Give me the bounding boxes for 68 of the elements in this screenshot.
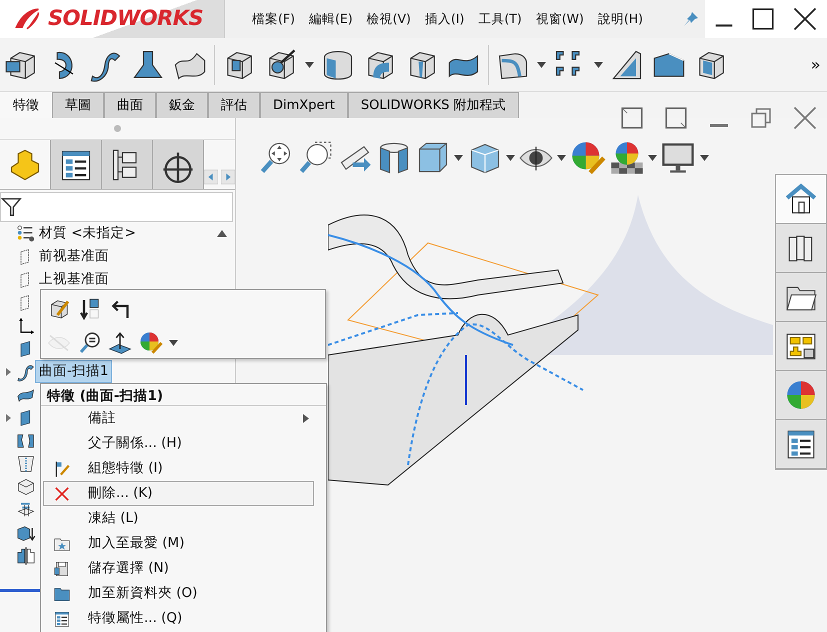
dropdown-caret-icon[interactable] [557, 155, 566, 161]
dropdown-caret-icon[interactable] [506, 155, 515, 161]
dropdown-caret-icon[interactable] [305, 62, 314, 68]
ribbon-tab[interactable]: 評估 [208, 92, 260, 118]
ball-checker-icon[interactable] [608, 140, 645, 176]
tree-item[interactable]: 材質 <未指定> [36, 223, 139, 244]
normal-to-icon[interactable] [108, 331, 132, 355]
task-pane-tab[interactable] [776, 175, 826, 224]
tree-item[interactable]: 前视基准面 [36, 246, 112, 267]
dropdown-caret-icon[interactable] [648, 155, 657, 161]
dropdown-caret-icon[interactable] [594, 62, 603, 68]
menu-item[interactable]: 加入至最愛 (M) [43, 531, 314, 556]
pin-icon[interactable] [682, 11, 698, 27]
filter-icon[interactable] [1, 196, 23, 218]
rollback-arrow-icon[interactable] [78, 297, 102, 321]
ball-pencil-icon[interactable] [570, 140, 606, 176]
ribbon-tab[interactable]: 草圖 [52, 92, 104, 118]
ball-pencil-icon[interactable] [138, 331, 162, 355]
menu-item[interactable]: 儲存選擇 (N) [43, 556, 314, 581]
restore-icon[interactable] [749, 106, 773, 130]
ribbon-tab[interactable]: 鈑金 [156, 92, 208, 118]
ribbon-tab[interactable]: 曲面 [104, 92, 156, 118]
panel-tab[interactable] [50, 140, 102, 189]
material-icon[interactable] [16, 224, 36, 244]
color-ball-icon [784, 378, 818, 412]
mirror-icon[interactable] [16, 546, 36, 566]
menu-item[interactable]: 凍結 (L) [43, 506, 314, 531]
dropdown-caret-icon[interactable] [169, 340, 178, 346]
menu-item[interactable]: 刪除... (K) [43, 481, 314, 506]
delete-x-icon [53, 484, 71, 502]
list-icon [53, 610, 71, 628]
menu-item[interactable]: 編輯(E) [302, 10, 360, 28]
ribbon-tab[interactable]: 特徵 [0, 92, 52, 118]
tree-item[interactable]: 上视基准面 [36, 269, 112, 290]
zoom-area-icon[interactable] [297, 140, 334, 176]
maximize-icon[interactable] [750, 6, 776, 32]
rounded-cube-icon[interactable] [16, 476, 36, 496]
tree-item[interactable]: 曲面-扫描1 [36, 361, 112, 382]
menu-item[interactable]: 檔案(F) [245, 10, 302, 28]
menu-title: 特徵 (曲面-扫描1) [41, 384, 326, 406]
menu-item[interactable]: 備註 [43, 406, 314, 431]
ribbon-tab[interactable]: DimXpert [260, 92, 348, 118]
next-window-icon[interactable] [663, 105, 689, 131]
scroll-up-arrow-icon[interactable] [217, 230, 227, 237]
menu-item[interactable]: 說明(H) [590, 10, 650, 28]
menu-item[interactable]: 工具(T) [471, 10, 529, 28]
ribbon-tab[interactable]: SOLIDWORKS 附加程式 [348, 92, 518, 118]
panel-tab[interactable] [102, 140, 153, 189]
splitter-handle[interactable] [114, 125, 121, 132]
toolbar-overflow[interactable]: » [810, 52, 820, 76]
menu-item[interactable]: 檢視(V) [360, 10, 418, 28]
dropdown-caret-icon[interactable] [537, 62, 546, 68]
panel-tab[interactable] [152, 140, 204, 189]
menu-item[interactable]: 插入(I) [418, 10, 472, 28]
scroll-right-button[interactable] [221, 168, 235, 186]
menu-item[interactable]: 組態特徵 (I) [43, 456, 314, 481]
dropdown-caret-icon[interactable] [700, 155, 708, 161]
dropdown-caret-icon[interactable] [454, 155, 464, 161]
flag-pencil-icon [53, 460, 71, 478]
previous-window-icon[interactable] [619, 105, 645, 131]
scroll-left-button[interactable] [204, 168, 218, 186]
menu-item[interactable]: 加至新資料夾 (O) [43, 581, 314, 606]
home-icon [784, 182, 818, 216]
menu-item[interactable]: 特徵屬性... (Q) [43, 606, 314, 631]
app-logo-text: SOLIDWORKS [48, 5, 204, 32]
zoom-selection-icon[interactable] [78, 331, 102, 355]
menu-item[interactable]: 父子關係... (H) [43, 431, 314, 456]
menu-item[interactable]: 視窗(W) [528, 10, 591, 28]
